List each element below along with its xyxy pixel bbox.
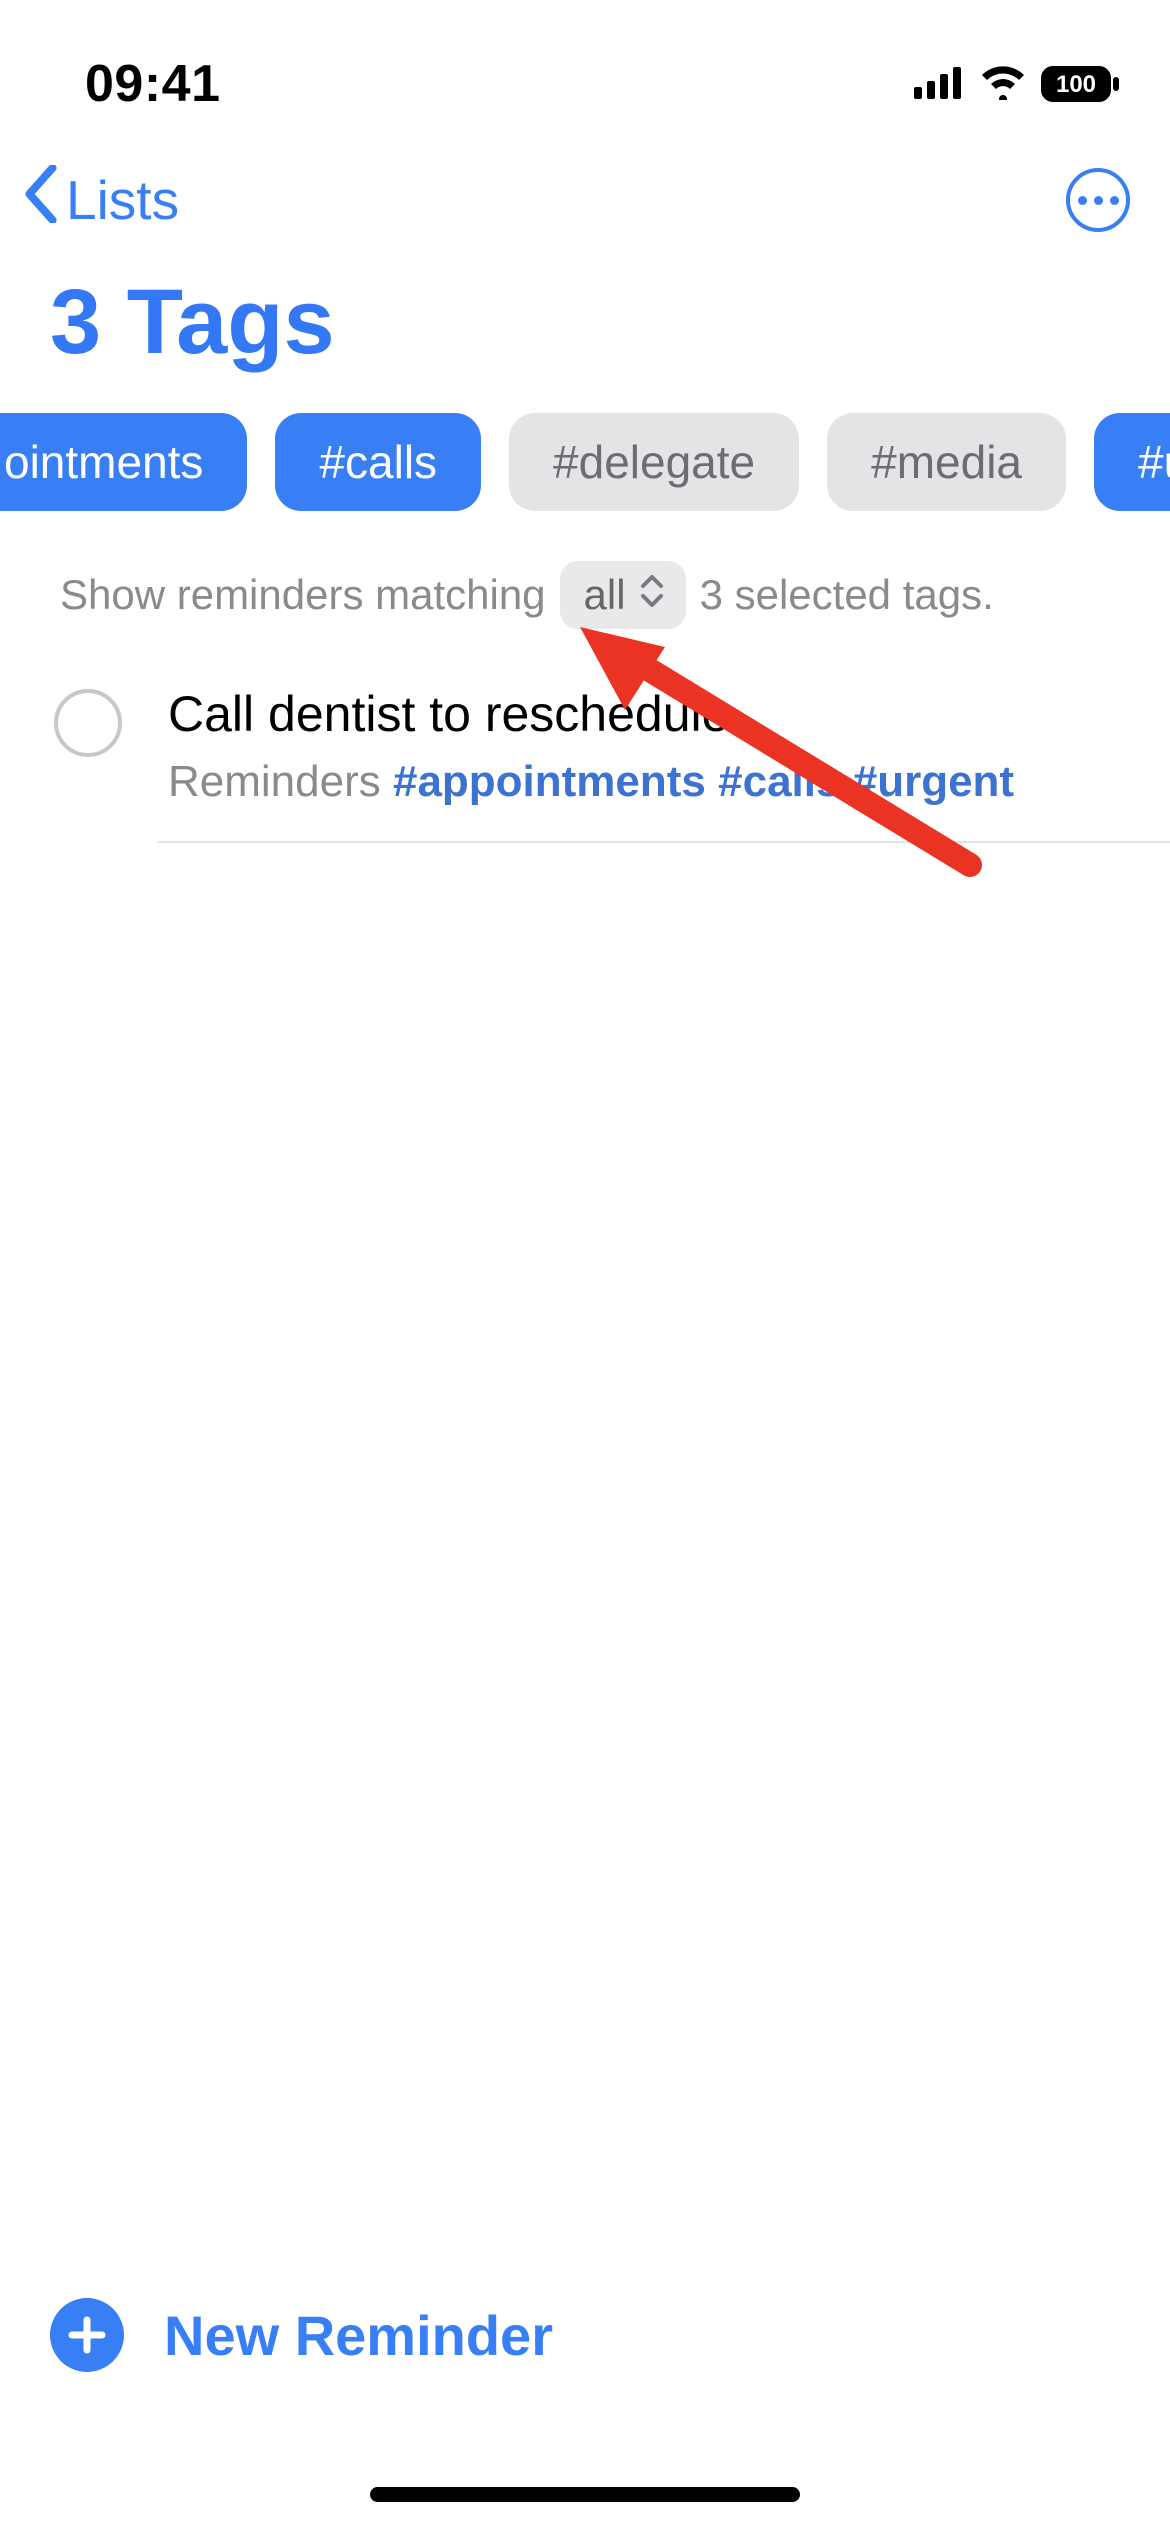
tag-pill-urgent[interactable]: #urgent	[1094, 413, 1170, 511]
tag-pill-appointments[interactable]: ointments	[0, 413, 247, 511]
tag-pill-media[interactable]: #media	[827, 413, 1066, 511]
reminder-content: Call dentist to reschedule Reminders #ap…	[168, 685, 1130, 807]
nav-bar: Lists	[0, 130, 1170, 250]
filter-prefix: Show reminders matching	[60, 571, 546, 619]
reminder-complete-toggle[interactable]	[54, 689, 122, 757]
more-button[interactable]	[1066, 168, 1130, 232]
status-indicators: 100	[914, 64, 1120, 105]
filter-mode-picker[interactable]: all	[560, 561, 686, 629]
filter-description: Show reminders matching all 3 selected t…	[0, 511, 1170, 637]
battery-icon: 100	[1040, 65, 1120, 103]
home-indicator[interactable]	[370, 2487, 800, 2502]
reminder-subtitle: Reminders #appointments #calls #urgent	[168, 757, 1130, 807]
back-button[interactable]: Lists	[22, 165, 179, 236]
new-reminder-label: New Reminder	[164, 2303, 553, 2368]
wifi-icon	[978, 64, 1028, 105]
divider	[158, 841, 1170, 843]
reminder-tag: #urgent	[853, 757, 1014, 806]
chevron-left-icon	[22, 165, 60, 236]
tag-filter-row[interactable]: ointments #calls #delegate #media #urgen…	[0, 395, 1170, 511]
reminder-tag: #appointments	[393, 757, 706, 806]
back-label: Lists	[66, 168, 179, 232]
cellular-icon	[914, 65, 966, 104]
reminder-item[interactable]: Call dentist to reschedule Reminders #ap…	[0, 637, 1170, 841]
status-time: 09:41	[85, 54, 221, 114]
new-reminder-button[interactable]: New Reminder	[50, 2298, 553, 2372]
reminder-tag: #calls	[718, 757, 840, 806]
chevron-up-down-icon	[638, 571, 666, 619]
battery-text: 100	[1056, 71, 1096, 98]
ellipsis-icon	[1078, 196, 1119, 205]
plus-circle-icon	[50, 2298, 124, 2372]
status-bar: 09:41 100	[0, 0, 1170, 130]
tag-pill-calls[interactable]: #calls	[275, 413, 481, 511]
page-title: 3 Tags	[0, 250, 1170, 395]
reminder-list-name: Reminders	[168, 757, 381, 806]
reminder-title: Call dentist to reschedule	[168, 685, 1130, 743]
filter-suffix: 3 selected tags.	[700, 571, 994, 619]
tag-pill-delegate[interactable]: #delegate	[509, 413, 799, 511]
filter-mode-label: all	[584, 571, 626, 619]
